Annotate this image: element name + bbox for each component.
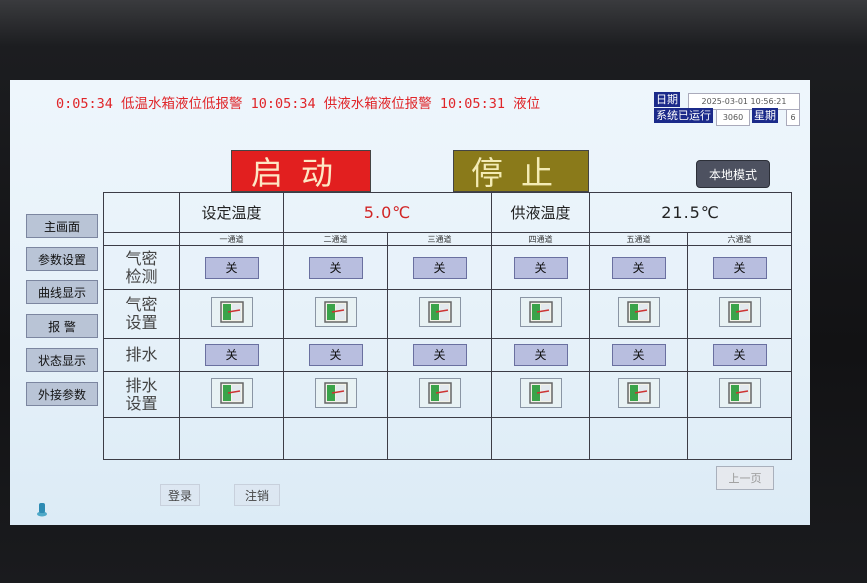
settings-window-icon bbox=[528, 381, 553, 404]
airtight-check-ch3-button[interactable]: 关 bbox=[412, 256, 467, 279]
airtight-setting-label-line1: 气密 bbox=[125, 294, 158, 314]
supply-temp-label: 供液温度 bbox=[491, 192, 591, 233]
drain-ch2-button[interactable]: 关 bbox=[308, 343, 363, 366]
empty-cell bbox=[491, 417, 591, 460]
drain-setting-ch1-button[interactable] bbox=[210, 377, 253, 408]
settings-window-icon bbox=[427, 301, 452, 323]
drain-ch5-button[interactable]: 关 bbox=[611, 343, 666, 366]
nav-alarm[interactable]: 报 警 bbox=[26, 314, 98, 338]
pin-icon bbox=[37, 503, 47, 517]
drain-label: 排水 bbox=[103, 337, 180, 373]
settings-window-icon bbox=[727, 381, 752, 404]
empty-cell bbox=[283, 417, 388, 460]
logout-button[interactable]: 注销 bbox=[234, 484, 280, 506]
start-button[interactable]: 启动 bbox=[231, 150, 371, 192]
airtight-setting-ch3-button[interactable] bbox=[418, 296, 461, 327]
drain-ch3-button[interactable]: 关 bbox=[412, 343, 467, 366]
empty-cell bbox=[179, 417, 284, 460]
alarm-ticker: 0:05:34 低温水箱液位低报警 10:05:34 供液水箱液位报警 10:0… bbox=[56, 96, 541, 112]
supply-temp-value: 21.5℃ bbox=[589, 192, 793, 233]
nav-parameter-settings[interactable]: 参数设置 bbox=[26, 247, 98, 271]
drain-setting-ch3-button[interactable] bbox=[418, 377, 461, 408]
airtight-check-ch5-button[interactable]: 关 bbox=[611, 256, 666, 279]
set-temp-label: 设定温度 bbox=[179, 192, 284, 233]
set-temp-value[interactable]: 5.0℃ bbox=[282, 192, 493, 233]
settings-window-icon bbox=[427, 381, 452, 404]
airtight-check-label-line2: 检测 bbox=[125, 266, 158, 286]
date-label: 日期 bbox=[654, 92, 680, 107]
settings-window-icon bbox=[323, 301, 348, 323]
settings-window-icon bbox=[528, 301, 553, 323]
channel-5-label: 五通道 bbox=[589, 231, 689, 247]
grid-corner bbox=[103, 192, 180, 233]
empty-cell bbox=[386, 417, 493, 460]
channel-4-label: 四通道 bbox=[491, 231, 591, 247]
nav-main-screen[interactable]: 主画面 bbox=[26, 214, 98, 238]
empty-cell bbox=[589, 417, 689, 460]
airtight-setting-ch5-button[interactable] bbox=[617, 296, 660, 327]
drain-setting-label-line2: 设置 bbox=[125, 393, 158, 413]
channel-grid: 设定温度 5.0℃ 供液温度 21.5℃ 一通道 二通道 三通道 四通道 五通道… bbox=[103, 192, 793, 460]
channel-1-label: 一通道 bbox=[179, 231, 284, 247]
runtime-value: 3060 bbox=[716, 109, 750, 126]
drain-setting-ch4-button[interactable] bbox=[519, 377, 562, 408]
drain-setting-ch2-button[interactable] bbox=[314, 377, 357, 408]
drain-setting-ch6-button[interactable] bbox=[718, 377, 761, 408]
airtight-check-ch6-button[interactable]: 关 bbox=[712, 256, 767, 279]
nav-external-params[interactable]: 外接参数 bbox=[26, 382, 98, 406]
airtight-setting-label-line2: 设置 bbox=[125, 312, 158, 332]
settings-window-icon bbox=[219, 301, 244, 323]
channel-2-label: 二通道 bbox=[283, 231, 388, 247]
settings-window-icon bbox=[626, 381, 651, 404]
drain-ch6-button[interactable]: 关 bbox=[712, 343, 767, 366]
prev-page-button[interactable]: 上一页 bbox=[716, 466, 774, 490]
airtight-setting-ch6-button[interactable] bbox=[718, 296, 761, 327]
airtight-setting-ch4-button[interactable] bbox=[519, 296, 562, 327]
runtime-label: 系统已运行 bbox=[654, 108, 713, 123]
settings-window-icon bbox=[626, 301, 651, 323]
airtight-setting-label: 气密 设置 bbox=[103, 289, 180, 339]
hmi-screen: 0:05:34 低温水箱液位低报警 10:05:34 供液水箱液位报警 10:0… bbox=[10, 80, 810, 525]
local-mode-button[interactable]: 本地模式 bbox=[696, 160, 770, 188]
airtight-setting-ch2-button[interactable] bbox=[314, 296, 357, 327]
empty-cell bbox=[687, 417, 793, 460]
channel-header-blank bbox=[103, 231, 180, 247]
airtight-setting-ch1-button[interactable] bbox=[210, 296, 253, 327]
weekday-value: 6 bbox=[786, 109, 800, 126]
airtight-check-ch4-button[interactable]: 关 bbox=[513, 256, 568, 279]
datetime-panel: 日期 2025-03-01 10:56:21 系统已运行 3060 星期 6 bbox=[654, 92, 802, 126]
drain-setting-ch5-button[interactable] bbox=[617, 377, 660, 408]
login-button[interactable]: 登录 bbox=[160, 484, 200, 506]
settings-window-icon bbox=[219, 381, 244, 404]
weekday-label: 星期 bbox=[752, 108, 778, 123]
drain-setting-label-line1: 排水 bbox=[125, 375, 158, 395]
airtight-check-ch2-button[interactable]: 关 bbox=[308, 256, 363, 279]
settings-window-icon bbox=[727, 301, 752, 323]
airtight-check-label-line1: 气密 bbox=[125, 248, 158, 268]
drain-setting-label: 排水 设置 bbox=[103, 371, 180, 419]
airtight-check-label: 气密 检测 bbox=[103, 245, 180, 291]
nav-curve-display[interactable]: 曲线显示 bbox=[26, 280, 98, 304]
empty-row-label bbox=[103, 417, 180, 460]
channel-3-label: 三通道 bbox=[386, 231, 493, 247]
drain-ch4-button[interactable]: 关 bbox=[513, 343, 568, 366]
airtight-check-ch1-button[interactable]: 关 bbox=[204, 256, 259, 279]
channel-6-label: 六通道 bbox=[687, 231, 793, 247]
settings-window-icon bbox=[323, 381, 348, 404]
stop-button[interactable]: 停止 bbox=[453, 150, 589, 192]
nav-status-display[interactable]: 状态显示 bbox=[26, 348, 98, 372]
drain-ch1-button[interactable]: 关 bbox=[204, 343, 259, 366]
